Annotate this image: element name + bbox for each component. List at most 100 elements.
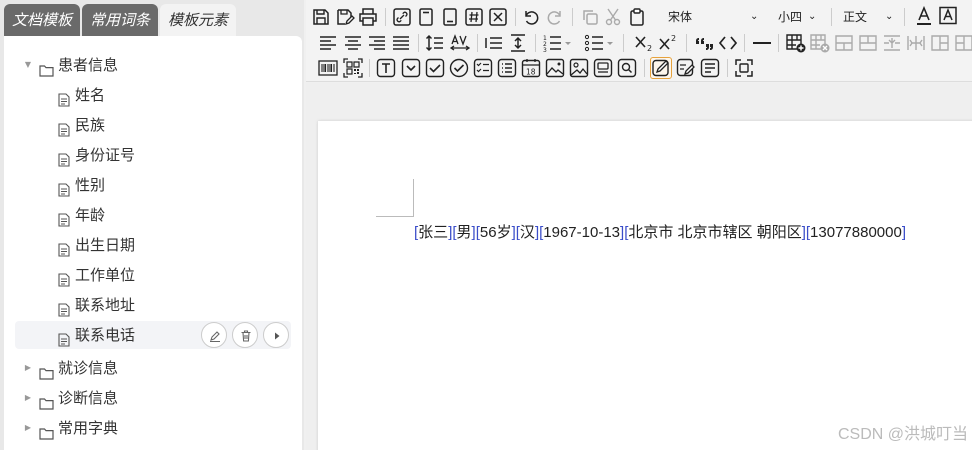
tree-item-gender[interactable]: 性别 <box>4 171 302 199</box>
edit-mode-icon[interactable] <box>650 57 672 79</box>
page-header-icon[interactable] <box>416 7 436 27</box>
tree-group-patient-info[interactable]: ▼ 患者信息 <box>4 51 302 79</box>
redo-icon[interactable] <box>545 7 565 27</box>
image-field-icon[interactable] <box>545 58 565 78</box>
indent-icon[interactable] <box>484 33 504 53</box>
vertical-align-icon[interactable] <box>508 33 528 53</box>
font-size-select[interactable]: 小四 ⌄ <box>776 6 824 28</box>
radio-field-icon[interactable] <box>449 58 469 78</box>
bullet-list-icon[interactable] <box>584 33 604 53</box>
subscript-icon[interactable]: 2 <box>634 33 654 53</box>
tree-item-label: 年龄 <box>75 206 106 224</box>
picture-icon[interactable] <box>569 58 589 78</box>
align-left-icon[interactable] <box>318 33 338 53</box>
svg-text:18: 18 <box>526 68 536 77</box>
insert-row-above-icon[interactable] <box>834 33 854 53</box>
save-icon[interactable] <box>311 7 331 27</box>
tab-common-phrases[interactable]: 常用词条 <box>82 4 159 36</box>
fullscreen-icon[interactable] <box>734 58 754 78</box>
font-color-icon[interactable] <box>914 6 934 26</box>
quote-icon[interactable] <box>694 33 714 53</box>
text-field-icon[interactable] <box>376 58 396 78</box>
font-size-value: 小四 <box>778 10 803 24</box>
align-right-icon[interactable] <box>367 33 387 53</box>
dropdown-field-icon[interactable] <box>401 58 421 78</box>
paragraph-style-select[interactable]: 正文 ⌄ <box>841 6 899 28</box>
svg-text:2: 2 <box>671 34 676 43</box>
caret-right-icon[interactable]: ▶ <box>22 354 34 382</box>
page-footer-icon[interactable] <box>440 7 460 27</box>
tree-item-name[interactable]: 姓名 <box>4 81 302 109</box>
copy-icon[interactable] <box>580 7 600 27</box>
delete-table-icon[interactable] <box>810 33 830 53</box>
delete-box-icon[interactable] <box>488 7 508 27</box>
tree-group-visit-info[interactable]: ▶ 就诊信息 <box>4 354 302 382</box>
tree-item-workplace[interactable]: 工作单位 <box>4 261 302 289</box>
merge-cells-icon[interactable] <box>882 33 902 53</box>
field-address-value[interactable]: 北京市 北京市辖区 朝阳区 <box>628 224 801 241</box>
paste-icon[interactable] <box>627 7 647 27</box>
chevron-down-icon[interactable] <box>563 33 573 53</box>
hyperlink-icon[interactable] <box>392 7 412 27</box>
align-center-icon[interactable] <box>343 33 363 53</box>
pen-icon <box>210 331 220 343</box>
search-field-icon[interactable] <box>617 58 637 78</box>
font-family-select[interactable]: 宋体 ⌄ <box>662 6 765 28</box>
tree-item-label: 姓名 <box>75 86 106 104</box>
form-mode-icon[interactable] <box>700 58 720 78</box>
date-field-icon[interactable]: 18 <box>521 58 541 78</box>
document-page[interactable]: [张三][男][56岁][汉][1967-10-13][北京市 北京市辖区 朝阳… <box>318 121 972 450</box>
caret-right-icon[interactable]: ▶ <box>22 414 34 442</box>
field-name-value[interactable]: 张三 <box>418 224 448 241</box>
delete-element-button[interactable] <box>232 322 258 348</box>
tree-item-phone[interactable]: 联系电话 <box>15 321 291 349</box>
field-phone-value[interactable]: 13077880000 <box>810 224 902 241</box>
element-box-icon[interactable] <box>593 58 613 78</box>
checkbox-list-icon[interactable] <box>473 58 493 78</box>
tab-template-elements[interactable]: 模板元素 <box>160 4 237 36</box>
barcode-icon[interactable] <box>318 58 338 78</box>
field-age-value[interactable]: 56岁 <box>480 224 512 241</box>
tree-item-age[interactable]: 年龄 <box>4 201 302 229</box>
chevron-down-icon[interactable] <box>605 33 615 53</box>
page-number-icon[interactable] <box>464 7 484 27</box>
tree-item-ethnicity[interactable]: 民族 <box>4 111 302 139</box>
highlight-color-icon[interactable] <box>938 6 958 26</box>
insert-element-button[interactable] <box>263 322 289 348</box>
qrcode-icon[interactable] <box>343 58 363 78</box>
tree-item-id-number[interactable]: 身份证号 <box>4 141 302 169</box>
insert-column-left-icon[interactable] <box>930 33 950 53</box>
list-field-icon[interactable] <box>497 58 517 78</box>
tab-document-templates[interactable]: 文档模板 <box>4 4 81 36</box>
tree-item-address[interactable]: 联系地址 <box>4 291 302 319</box>
split-cells-icon[interactable] <box>906 33 926 53</box>
tree-group-common-dictionary[interactable]: ▶ 常用字典 <box>4 414 302 442</box>
line-spacing-icon[interactable] <box>425 33 445 53</box>
field-birth-date-value[interactable]: 1967-10-13 <box>543 224 620 241</box>
edit-element-button[interactable] <box>201 322 227 348</box>
letter-spacing-icon[interactable] <box>450 33 470 53</box>
undo-icon[interactable] <box>521 7 541 27</box>
document-content[interactable]: [张三][男][56岁][汉][1967-10-13][北京市 北京市辖区 朝阳… <box>414 221 906 242</box>
print-icon[interactable] <box>358 7 378 27</box>
ordered-list-icon[interactable]: 123 <box>542 33 562 53</box>
horizontal-rule-icon[interactable] <box>752 33 772 53</box>
save-as-icon[interactable] <box>335 7 355 27</box>
insert-table-icon[interactable] <box>786 33 806 53</box>
design-mode-icon[interactable] <box>676 58 696 78</box>
checkbox-field-icon[interactable] <box>425 58 445 78</box>
field-ethnicity-value[interactable]: 汉 <box>520 224 535 241</box>
code-icon[interactable] <box>718 33 738 53</box>
insert-row-below-icon[interactable] <box>858 33 878 53</box>
caret-right-icon[interactable]: ▶ <box>22 384 34 412</box>
superscript-icon[interactable]: 2 <box>658 33 678 53</box>
insert-column-right-icon[interactable] <box>954 33 972 53</box>
caret-down-icon[interactable]: ▼ <box>22 51 34 79</box>
cut-icon[interactable] <box>603 7 623 27</box>
tree-group-diagnosis-info[interactable]: ▶ 诊断信息 <box>4 384 302 412</box>
tree-item-birth-date[interactable]: 出生日期 <box>4 231 302 259</box>
document-area[interactable]: [张三][男][56岁][汉][1967-10-13][北京市 北京市辖区 朝阳… <box>306 83 972 450</box>
field-gender-value[interactable]: 男 <box>457 224 472 241</box>
align-justify-icon[interactable] <box>391 33 411 53</box>
tree-item-label: 身份证号 <box>75 146 136 164</box>
